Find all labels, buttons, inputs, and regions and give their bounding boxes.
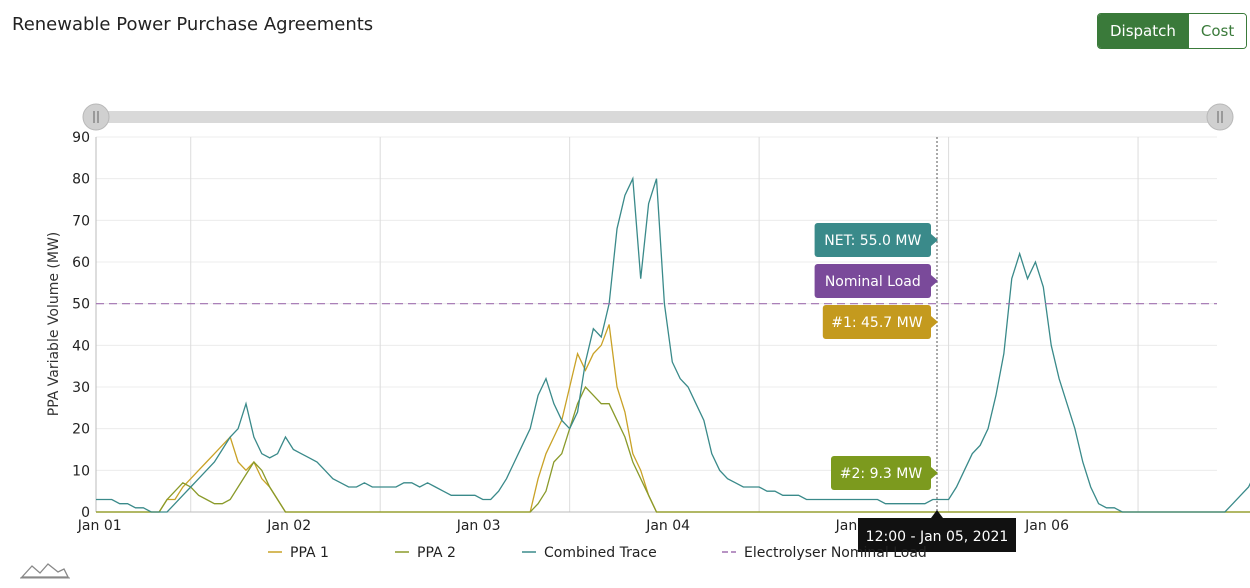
x-tick-label: Jan 02	[266, 518, 311, 534]
y-tick-label: 30	[72, 380, 90, 396]
series-line-1	[96, 385, 1250, 513]
range-slider[interactable]	[82, 103, 1234, 131]
x-tick-label: Jan 04	[645, 518, 690, 534]
legend-label: PPA 2	[417, 545, 456, 561]
tooltip-time-text: 12:00 - Jan 05, 2021	[866, 529, 1009, 545]
x-tick-label: Jan 01	[77, 518, 122, 534]
dispatch-chart: PPA Variable Volume (MW) 010203040506070…	[46, 103, 1250, 561]
y-tick-label: 50	[72, 297, 90, 313]
x-tick-label: Jan 06	[1024, 518, 1069, 534]
range-slider-right-handle[interactable]	[1206, 103, 1234, 131]
y-tick-label: 60	[72, 255, 90, 271]
tooltip-ppa2: #2: 9.3 MW	[831, 456, 938, 490]
tooltip-net-text: NET: 55.0 MW	[824, 233, 921, 249]
tooltip-nominal-text: Nominal Load	[825, 274, 921, 290]
series-line-0	[96, 324, 1250, 513]
legend-label: Combined Trace	[544, 545, 657, 561]
tooltip-nominal: Nominal Load	[814, 264, 938, 298]
tooltip-time-pointer	[931, 510, 943, 518]
legend-label: Electrolyser Nominal Load	[744, 545, 927, 561]
legend-item-2[interactable]: Combined Trace	[522, 545, 657, 561]
x-tick-label: Jan 03	[456, 518, 501, 534]
y-tick-label: 10	[72, 463, 90, 479]
y-axis-ticks: 0102030405060708090	[72, 130, 90, 521]
tooltip-ppa1-text: #1: 45.7 MW	[831, 315, 923, 331]
tooltip-ppa1: #1: 45.7 MW	[822, 305, 938, 339]
legend-item-0[interactable]: PPA 1	[268, 545, 329, 561]
tooltip-net-pointer	[931, 234, 938, 246]
y-tick-label: 20	[72, 422, 90, 438]
tooltip-ppa2-text: #2: 9.3 MW	[840, 466, 923, 482]
tooltip-net: NET: 55.0 MW	[814, 223, 938, 257]
legend-item-3[interactable]: Electrolyser Nominal Load	[722, 545, 927, 561]
y-axis-label: PPA Variable Volume (MW)	[46, 232, 62, 417]
y-tick-label: 70	[72, 213, 90, 229]
y-tick-label: 40	[72, 338, 90, 354]
legend-label: PPA 1	[290, 545, 329, 561]
hover-layer: NET: 55.0 MW Nominal Load #1: 45.7 MW #2: 9…	[814, 137, 1016, 552]
range-slider-track[interactable]	[96, 111, 1220, 123]
legend: PPA 1 PPA 2 Combined Trace Electrolyser Nom…	[268, 545, 927, 561]
legend-item-1[interactable]: PPA 2	[395, 545, 456, 561]
range-slider-left-handle[interactable]	[82, 103, 110, 131]
y-tick-label: 90	[72, 130, 90, 146]
y-tick-label: 80	[72, 172, 90, 188]
mountain-logo-icon	[20, 560, 70, 584]
